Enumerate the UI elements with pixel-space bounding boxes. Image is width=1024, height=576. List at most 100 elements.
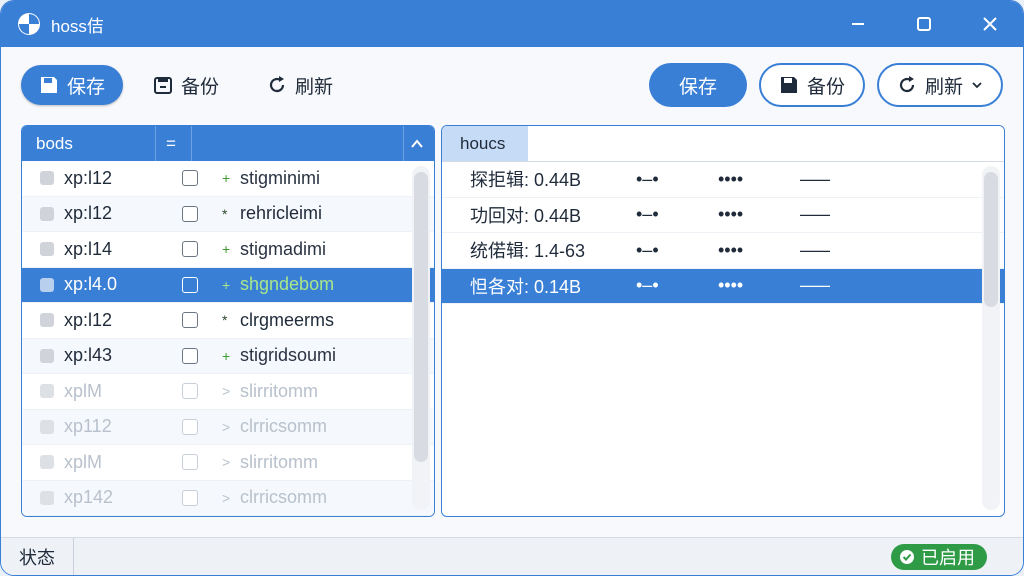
list-item[interactable]: xp:l43 + stigridsoumi — [22, 338, 434, 374]
list-item[interactable]: xp112 > clrricsomm — [22, 409, 434, 445]
row-handle[interactable] — [40, 277, 54, 292]
left-pane-header: bods = — [22, 126, 434, 161]
refresh-icon — [269, 76, 285, 93]
item-description: stigmadimi — [240, 238, 327, 259]
right-pane-header: houcs — [442, 126, 1004, 162]
maximize-button[interactable] — [891, 1, 957, 47]
row-handle[interactable] — [40, 455, 54, 470]
row-handle[interactable] — [40, 206, 54, 221]
item-status-mark: + — [222, 347, 231, 364]
detail-cell: •–• — [636, 168, 659, 189]
item-name: xp142 — [64, 487, 114, 508]
item-description: stigminimi — [240, 167, 321, 188]
column-header-name[interactable]: bods — [22, 126, 156, 161]
save-right-label: 保存 — [678, 76, 717, 98]
item-status-mark: + — [222, 170, 231, 187]
row-handle[interactable] — [40, 313, 54, 328]
column-header-desc[interactable] — [192, 126, 404, 161]
list-item[interactable]: xp:l12 * rehricleimi — [22, 196, 434, 232]
row-checkbox[interactable] — [182, 454, 198, 471]
tab-houcs[interactable]: houcs — [442, 126, 528, 161]
detail-cell: •••• — [718, 275, 744, 296]
item-status-mark: > — [222, 454, 231, 471]
save-label: 保存 — [67, 76, 106, 98]
refresh-button[interactable]: 刷新 — [249, 65, 351, 105]
row-checkbox[interactable] — [182, 276, 198, 293]
detail-cell: ––– — [800, 239, 831, 260]
row-handle[interactable] — [40, 242, 54, 257]
item-description: slirritomm — [240, 451, 318, 472]
row-checkbox[interactable] — [182, 170, 198, 187]
right-list: 探拒辑: 0.44B •–• •••• ––– 功回对: 0.44B •–• •••• –––… — [442, 162, 1004, 304]
detail-label: 探拒辑: 0.44B — [470, 170, 582, 191]
row-checkbox[interactable] — [182, 347, 198, 364]
list-item[interactable]: xp:l14 + stigmadimi — [22, 232, 434, 268]
row-handle[interactable] — [40, 490, 54, 505]
row-checkbox[interactable] — [182, 418, 198, 435]
item-description: shgndebom — [240, 274, 335, 295]
refresh-right-label: 刷新 — [924, 76, 963, 98]
sort-button[interactable] — [404, 126, 434, 161]
list-item[interactable]: xplM > slirritomm — [22, 445, 434, 481]
detail-row[interactable]: 怛各对: 0.14B •–• •••• ––– — [442, 268, 1004, 304]
refresh-icon — [899, 76, 915, 93]
close-button[interactable] — [957, 1, 1023, 47]
close-icon — [983, 17, 997, 31]
chevron-down-icon — [972, 82, 982, 89]
list-item[interactable]: xp:l12 + stigminimi — [22, 161, 434, 197]
list-item[interactable]: xp:l4.0 + shgndebom — [22, 267, 434, 303]
item-name: xp:l12 — [64, 309, 113, 330]
right-scroll-thumb[interactable] — [984, 172, 998, 307]
row-checkbox[interactable] — [182, 312, 198, 329]
detail-row[interactable]: 统偌辑: 1.4-63 •–• •••• ––– — [442, 233, 1004, 269]
item-name: xp:l12 — [64, 203, 113, 224]
left-scrollbar[interactable] — [412, 166, 430, 510]
backup-button-right[interactable]: 备份 — [758, 63, 865, 107]
minimize-button[interactable] — [825, 1, 891, 47]
detail-cell: ––– — [800, 168, 831, 189]
left-scroll-thumb[interactable] — [414, 172, 428, 462]
detail-row[interactable]: 功回对: 0.44B •–• •••• ––– — [442, 198, 1004, 233]
chevron-up-icon — [411, 138, 423, 148]
window-title: hoss佶 — [51, 16, 104, 36]
right-scrollbar[interactable] — [982, 166, 1000, 510]
list-item[interactable]: xplM > slirritomm — [22, 374, 434, 410]
row-handle[interactable] — [40, 348, 54, 363]
list-item[interactable]: xp:l12 * clrgmeerms — [22, 303, 434, 339]
refresh-dropdown-button[interactable]: 刷新 — [876, 63, 1003, 107]
row-handle[interactable] — [40, 171, 54, 186]
backup-button[interactable]: 备份 — [135, 65, 237, 105]
title-bar: hoss佶 — [1, 1, 1023, 47]
detail-row[interactable]: 探拒辑: 0.44B •–• •••• ––– — [442, 162, 1004, 198]
row-checkbox[interactable] — [182, 489, 198, 506]
maximize-icon — [917, 17, 931, 31]
detail-label: 怛各对: 0.14B — [470, 276, 582, 297]
item-status-mark: + — [222, 276, 231, 293]
item-status-mark: * — [222, 312, 228, 329]
row-checkbox[interactable] — [182, 383, 198, 400]
minimize-icon — [852, 23, 864, 25]
detail-cell: ––– — [800, 204, 831, 225]
row-checkbox[interactable] — [182, 241, 198, 258]
item-status-mark: + — [222, 241, 231, 258]
item-description: stigridsoumi — [240, 345, 337, 366]
status-label: 状态 — [1, 538, 74, 575]
floppy-icon — [780, 77, 797, 93]
save-button-right[interactable]: 保存 — [648, 63, 747, 107]
backup-right-label: 备份 — [806, 76, 845, 98]
column-header-select[interactable]: = — [156, 126, 192, 161]
right-detail-pane: houcs 探拒辑: 0.44B •–• •••• ––– 功回对: 0.44B •–• •… — [441, 125, 1005, 517]
item-name: xp:l14 — [64, 238, 113, 259]
list-item[interactable]: xp142 > clrricsomm — [22, 480, 434, 516]
row-checkbox[interactable] — [182, 205, 198, 222]
item-status-mark: * — [222, 205, 228, 222]
row-handle[interactable] — [40, 384, 54, 399]
refresh-label: 刷新 — [295, 76, 334, 98]
backup-icon — [154, 77, 173, 94]
item-name: xplM — [64, 451, 103, 472]
toolbar: 保存 备份 刷新 保存 备份 刷新 — [1, 47, 1023, 123]
item-description: clrgmeerms — [240, 309, 335, 330]
row-handle[interactable] — [40, 419, 54, 434]
save-button[interactable]: 保存 — [21, 65, 124, 105]
item-description: slirritomm — [240, 380, 318, 401]
